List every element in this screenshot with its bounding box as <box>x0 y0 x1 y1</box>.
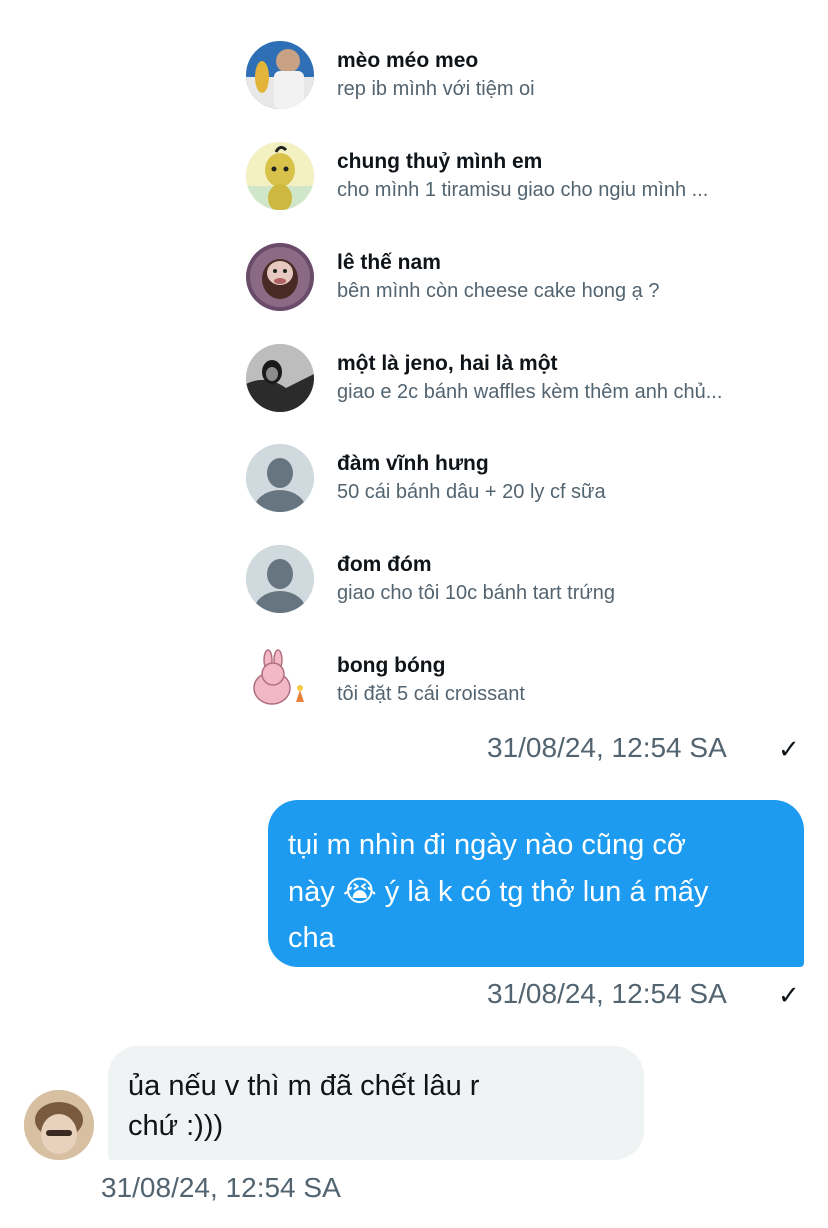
message-text: ý là k có tg thở lun á mấy <box>376 876 709 908</box>
profile-photo-icon <box>246 243 314 311</box>
shared-conversation-item: mèo méo meo rep ib mình với tiệm oi <box>246 41 806 111</box>
message-text-line: này 😭 ý là k có tg thở lun á mấy <box>288 868 784 915</box>
conversation-preview: tôi đặt 5 cái croissant <box>337 683 525 705</box>
conversation-name: mèo méo meo <box>337 49 479 72</box>
conversation-name: đàm vĩnh hưng <box>337 452 489 475</box>
default-avatar-icon <box>246 444 314 512</box>
profile-photo-icon <box>246 41 314 109</box>
shared-conversation-item: một là jeno, hai là một giao e 2c bánh w… <box>246 344 806 414</box>
message-timestamp: 31/08/24, 12:54 SA <box>487 978 727 1009</box>
conversation-preview: giao e 2c bánh waffles kèm thêm anh chủ.… <box>337 381 723 403</box>
conversation-name: chung thuỷ mình em <box>337 150 543 173</box>
conversation-name: đom đóm <box>337 553 432 576</box>
conversation-preview: giao cho tôi 10c bánh tart trứng <box>337 582 616 604</box>
loudly-crying-emoji-icon: 😭 <box>342 874 377 908</box>
message-timestamp: 31/08/24, 12:54 SA <box>487 732 727 763</box>
message-text-line: tụi m nhìn đi ngày nào cũng cỡ <box>288 829 686 861</box>
conversation-preview: rep ib mình với tiệm oi <box>337 78 535 100</box>
sender-avatar[interactable] <box>24 1090 94 1160</box>
profile-photo-icon <box>246 344 314 412</box>
conversation-preview: cho mình 1 tiramisu giao cho ngiu mình .… <box>337 179 709 201</box>
conversation-name: lê thế nam <box>337 251 441 274</box>
read-check-icon: ✓ <box>778 980 800 1010</box>
incoming-message-bubble[interactable]: ủa nếu v thì m đã chết lâu r chứ :))) <box>108 1046 644 1160</box>
message-text-line: chứ :))) <box>128 1110 224 1142</box>
message-text: này <box>288 876 343 908</box>
conversation-preview: bên mình còn cheese cake hong ạ ? <box>337 280 660 302</box>
shared-conversation-item: đom đóm giao cho tôi 10c bánh tart trứng <box>246 545 806 615</box>
conversation-name: một là jeno, hai là một <box>337 352 558 375</box>
message-timestamp: 31/08/24, 12:54 SA <box>101 1172 341 1203</box>
outgoing-message-bubble[interactable]: tụi m nhìn đi ngày nào cũng cỡ này 😭 ý l… <box>268 800 804 967</box>
default-avatar-icon <box>246 545 314 613</box>
shared-conversation-item: chung thuỷ mình em cho mình 1 tiramisu g… <box>246 142 806 212</box>
shared-conversation-item: bong bóng tôi đặt 5 cái croissant <box>246 646 806 716</box>
profile-photo-icon <box>246 142 314 210</box>
shared-conversation-item: lê thế nam bên mình còn cheese cake hong… <box>246 243 806 313</box>
conversation-name: bong bóng <box>337 654 446 677</box>
shared-conversation-item: đàm vĩnh hưng 50 cái bánh dâu + 20 ly cf… <box>246 444 806 514</box>
conversation-preview: 50 cái bánh dâu + 20 ly cf sữa <box>337 481 606 503</box>
message-text-line: cha <box>288 922 335 954</box>
profile-photo-icon <box>246 646 314 714</box>
message-text-line: ủa nếu v thì m đã chết lâu r <box>128 1070 480 1102</box>
read-check-icon: ✓ <box>778 734 800 764</box>
